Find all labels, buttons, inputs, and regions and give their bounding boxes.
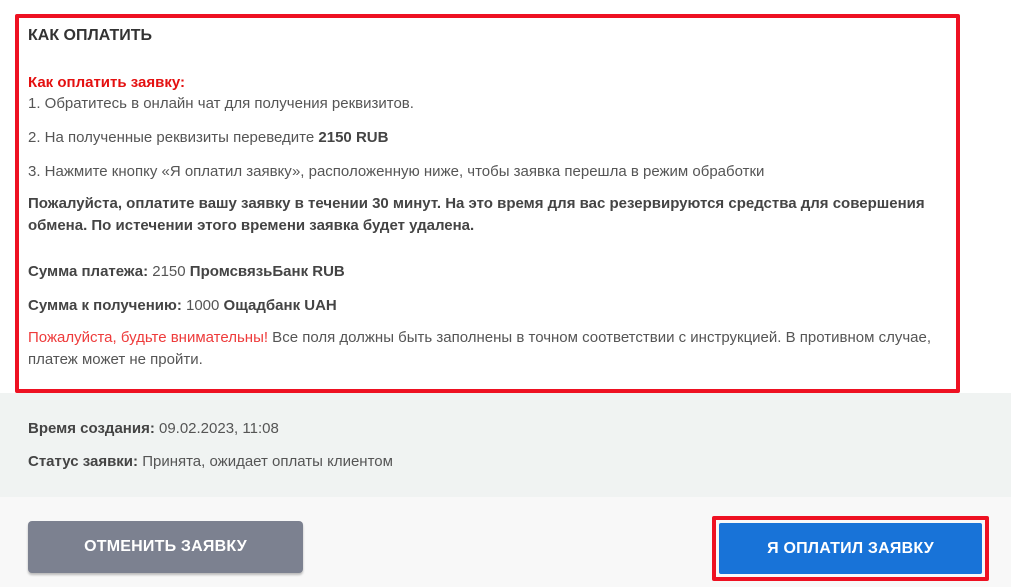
confirm-payment-button[interactable]: Я оплатил заявку	[719, 523, 982, 574]
payment-time-notice: Пожалуйста, оплатите вашу заявку в течен…	[28, 195, 925, 234]
attention-warning: Пожалуйста, будьте внимательны! Все поля…	[28, 327, 958, 371]
payment-sum-amount: 2150	[148, 263, 190, 280]
order-status-value: Принята, ожидает оплаты клиентом	[138, 453, 393, 470]
order-meta-panel: Время создания: 09.02.2023, 11:08 Статус…	[0, 393, 1011, 497]
created-time-value: 09.02.2023, 11:08	[154, 420, 279, 437]
created-time-row: Время создания: 09.02.2023, 11:08	[28, 420, 279, 437]
cancel-order-button[interactable]: Отменить заявку	[28, 521, 303, 573]
payment-sum-row: Сумма платежа: 2150 ПромсвязьБанк RUB	[28, 263, 345, 281]
receive-sum-currency: Ощадбанк UAH	[223, 297, 337, 314]
instruction-step-2-text: 2. На полученные реквизиты переведите	[28, 129, 319, 146]
payment-instructions-panel: КАК ОПЛАТИТЬ Как оплатить заявку: 1. Обр…	[15, 14, 960, 393]
instruction-step-2: 2. На полученные реквизиты переведите 21…	[28, 129, 388, 147]
receive-sum-row: Сумма к получению: 1000 Ощадбанк UAH	[28, 297, 337, 315]
receive-sum-label: Сумма к получению:	[28, 297, 182, 314]
order-status-label: Статус заявки:	[28, 453, 139, 470]
payment-sum-label: Сумма платежа:	[28, 263, 149, 280]
order-status-row: Статус заявки: Принята, ожидает оплаты к…	[28, 453, 393, 470]
instruction-step-2-amount: 2150 RUB	[318, 129, 389, 146]
order-actions-bar: Отменить заявку Я оплатил заявку	[0, 497, 1011, 587]
instruction-step-3: 3. Нажмите кнопку «Я оплатил заявку», ра…	[28, 163, 765, 180]
created-time-label: Время создания:	[28, 420, 155, 437]
payment-sum-currency: ПромсвязьБанк RUB	[189, 263, 345, 280]
receive-sum-amount: 1000	[181, 297, 224, 314]
instruction-step-1: 1. Обратитесь в онлайн чат для получения…	[28, 95, 414, 112]
instructions-heading: КАК ОПЛАТИТЬ	[28, 27, 153, 44]
attention-warning-highlight: Пожалуйста, будьте внимательны!	[28, 329, 269, 346]
instructions-subheading: Как оплатить заявку:	[28, 74, 185, 91]
paid-button-highlight: Я оплатил заявку	[712, 516, 989, 581]
